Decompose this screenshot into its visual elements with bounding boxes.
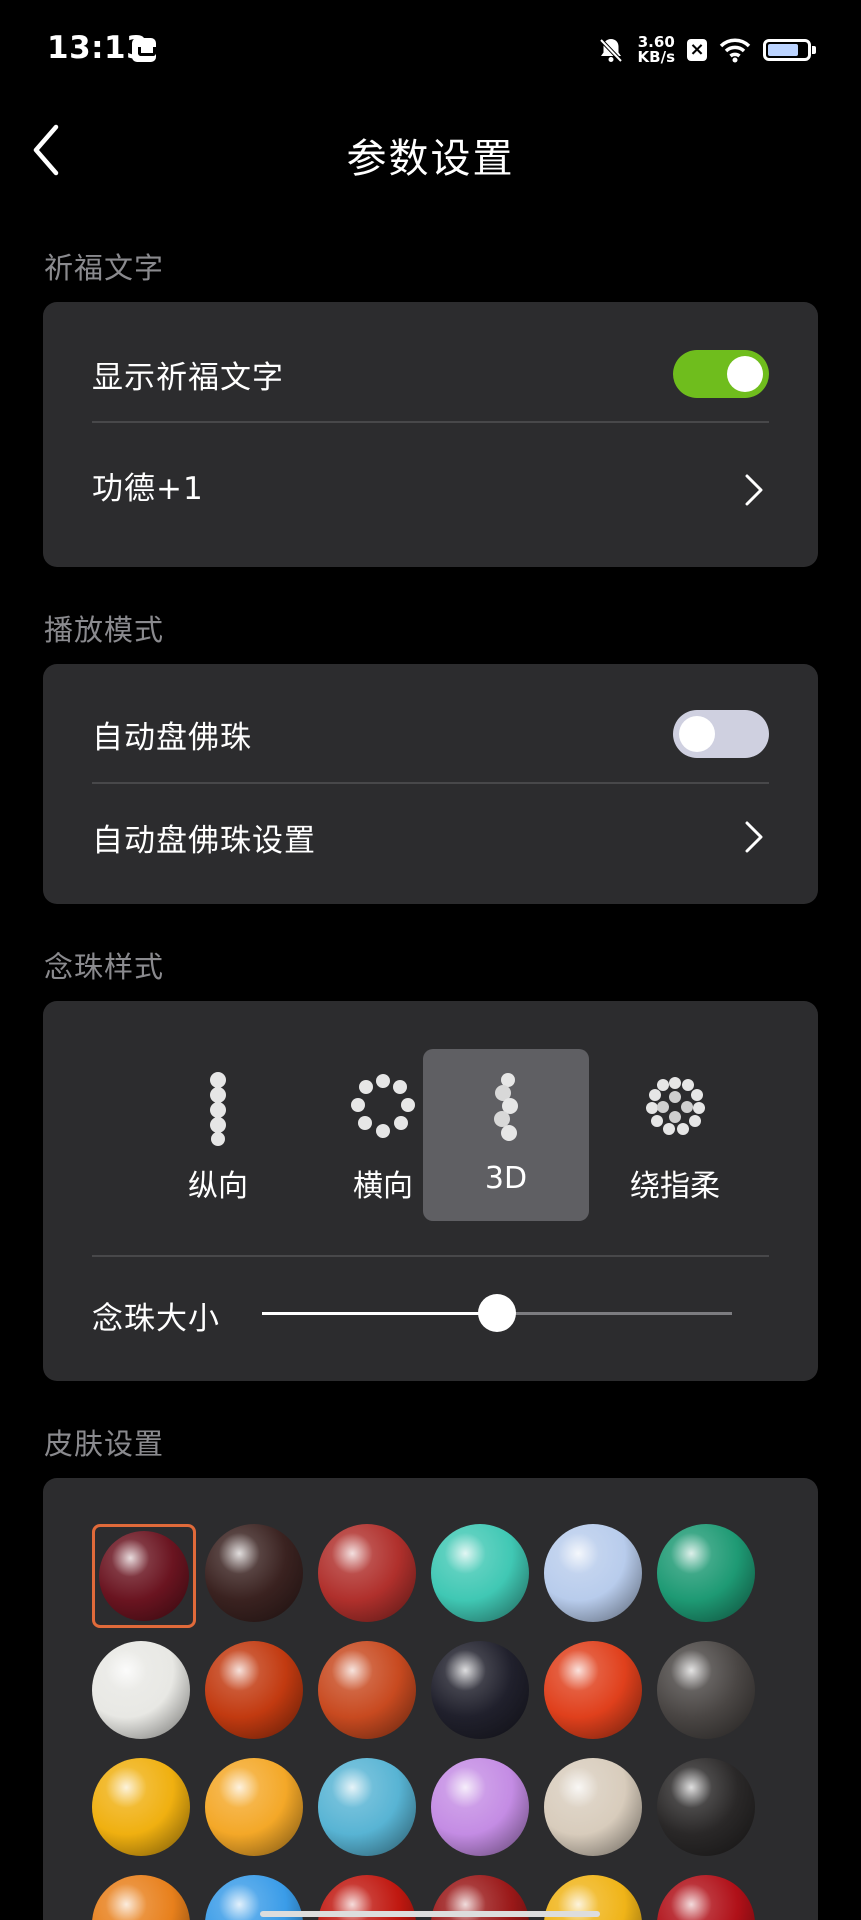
skin-option[interactable] <box>205 1524 303 1622</box>
skin-bead-swatch <box>544 1641 642 1739</box>
skin-option[interactable] <box>657 1875 755 1920</box>
merit-label: 功德+1 <box>92 470 204 507</box>
skin-option[interactable] <box>92 1758 190 1856</box>
skin-option[interactable] <box>544 1524 642 1622</box>
skin-option[interactable] <box>205 1758 303 1856</box>
page-title: 参数设置 <box>346 136 515 182</box>
skin-bead-swatch <box>657 1875 755 1920</box>
skin-bead-swatch <box>544 1758 642 1856</box>
bead-size-row: 念珠大小 <box>92 1283 769 1343</box>
auto-bead-label: 自动盘佛珠 <box>92 719 252 756</box>
skin-option[interactable] <box>431 1524 529 1622</box>
show-prayer-text-label: 显示祈福文字 <box>92 359 284 396</box>
bell-muted-icon <box>599 38 622 63</box>
auto-bead-settings-label: 自动盘佛珠设置 <box>92 822 316 859</box>
skin-bead-swatch <box>657 1641 755 1739</box>
skin-bead-swatch <box>205 1524 303 1622</box>
skin-bead-swatch <box>544 1524 642 1622</box>
slider-fill <box>262 1312 497 1315</box>
style-option-vertical[interactable]: 纵向 <box>135 1049 301 1221</box>
divider <box>92 1255 769 1257</box>
status-icons: 3.60 KB/s × <box>596 32 816 68</box>
skin-option[interactable] <box>431 1758 529 1856</box>
skin-option[interactable] <box>544 1641 642 1739</box>
skin-bead-swatch <box>205 1641 303 1739</box>
skin-card <box>43 1478 818 1920</box>
skin-option[interactable] <box>431 1641 529 1739</box>
style-option-3d[interactable]: 3D <box>423 1049 589 1221</box>
skin-option[interactable] <box>92 1641 190 1739</box>
skin-bead-swatch <box>318 1524 416 1622</box>
cluster-beads-icon <box>646 1077 705 1135</box>
bead-style-options: 纵向 横向 3D 绕指柔 <box>43 1049 818 1221</box>
prayer-text-card: 显示祈福文字 功德+1 <box>43 302 818 567</box>
slider-thumb[interactable] <box>478 1294 516 1332</box>
section-label-prayer-text: 祈福文字 <box>44 251 165 285</box>
nav-bar: 参数设置 <box>0 100 861 200</box>
battery-icon <box>763 39 816 61</box>
3d-beads-icon <box>494 1073 518 1141</box>
toggle-knob <box>679 716 715 752</box>
network-speed: 3.60 KB/s <box>638 35 675 65</box>
skin-option[interactable] <box>318 1524 416 1622</box>
skin-option[interactable] <box>657 1758 755 1856</box>
show-prayer-text-row: 显示祈福文字 <box>92 338 769 410</box>
toggle-knob <box>727 356 763 392</box>
section-label-skin: 皮肤设置 <box>44 1427 165 1461</box>
bead-style-card: 纵向 横向 3D 绕指柔 念珠大小 <box>43 1001 818 1381</box>
style-label-vertical: 纵向 <box>188 1169 248 1204</box>
skin-bead-swatch <box>431 1758 529 1856</box>
skin-option[interactable] <box>318 1641 416 1739</box>
app-notification-icon <box>132 38 156 62</box>
skin-bead-swatch <box>99 1531 189 1621</box>
chevron-right-icon <box>745 821 763 853</box>
auto-bead-toggle[interactable] <box>673 710 769 758</box>
skin-bead-swatch <box>318 1758 416 1856</box>
style-option-finger[interactable]: 绕指柔 <box>592 1049 758 1221</box>
ring-beads-icon <box>351 1074 415 1138</box>
skin-bead-swatch <box>431 1641 529 1739</box>
style-label-finger: 绕指柔 <box>630 1169 720 1204</box>
skin-option[interactable] <box>657 1524 755 1622</box>
skin-bead-swatch <box>205 1758 303 1856</box>
skin-bead-swatch <box>92 1758 190 1856</box>
skin-bead-swatch <box>318 1641 416 1739</box>
section-label-bead-style: 念珠样式 <box>44 950 165 984</box>
skin-option[interactable] <box>544 1758 642 1856</box>
network-speed-unit: KB/s <box>637 48 675 66</box>
bead-size-slider[interactable] <box>262 1294 732 1332</box>
skin-option[interactable] <box>318 1758 416 1856</box>
wifi-icon <box>719 38 751 63</box>
skin-bead-swatch <box>657 1524 755 1622</box>
skin-option[interactable] <box>92 1875 190 1920</box>
divider <box>92 782 769 784</box>
play-mode-card: 自动盘佛珠 自动盘佛珠设置 <box>43 664 818 904</box>
skin-bead-swatch <box>92 1641 190 1739</box>
skin-bead-swatch <box>92 1875 190 1920</box>
skin-option[interactable] <box>92 1524 196 1628</box>
style-label-3d: 3D <box>484 1161 528 1196</box>
section-label-play-mode: 播放模式 <box>44 613 165 647</box>
status-bar: 13:13 3.60 KB/s × <box>0 0 861 100</box>
auto-bead-settings-row[interactable]: 自动盘佛珠设置 <box>92 792 769 882</box>
skin-bead-swatch <box>431 1524 529 1622</box>
divider <box>92 421 769 423</box>
sim-x-icon: × <box>687 39 707 61</box>
auto-bead-row: 自动盘佛珠 <box>92 698 769 770</box>
vertical-beads-icon <box>210 1072 226 1146</box>
skin-option[interactable] <box>657 1641 755 1739</box>
bead-size-label: 念珠大小 <box>92 1301 220 1337</box>
skin-bead-swatch <box>657 1758 755 1856</box>
home-indicator <box>260 1911 600 1917</box>
show-prayer-text-toggle[interactable] <box>673 350 769 398</box>
chevron-right-icon <box>745 474 763 506</box>
merit-row[interactable]: 功德+1 <box>92 440 769 530</box>
skin-option[interactable] <box>205 1641 303 1739</box>
